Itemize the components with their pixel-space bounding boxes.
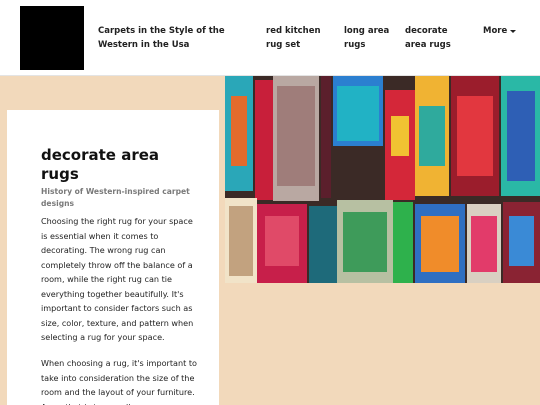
- textile-photo: [225, 76, 540, 283]
- article-subtitle: History of Western-inspired carpet desig…: [41, 187, 190, 208]
- nav-link-carpets-western[interactable]: Carpets in the Style of the Western in t…: [98, 24, 254, 52]
- nav-link-decorate-area-rugs[interactable]: decorate area rugs: [405, 24, 471, 52]
- nav-more-menu[interactable]: More: [483, 24, 517, 38]
- caret-down-icon: [510, 29, 517, 33]
- hero-image: [225, 76, 540, 283]
- more-label: More: [483, 26, 508, 36]
- nav-link-red-kitchen-rug-set[interactable]: red kitchen rug set: [266, 24, 332, 52]
- site-header: Carpets in the Style of the Western in t…: [0, 0, 540, 76]
- site-logo[interactable]: [20, 6, 84, 70]
- article-card: decorate area rugs History of Western-in…: [7, 110, 219, 405]
- article-paragraph: When choosing a rug, it's important to t…: [41, 358, 197, 405]
- article-title: decorate area rugs: [41, 146, 160, 183]
- article-paragraph: Choosing the right rug for your space is…: [41, 216, 194, 342]
- nav-link-long-area-rugs[interactable]: long area rugs: [344, 24, 394, 52]
